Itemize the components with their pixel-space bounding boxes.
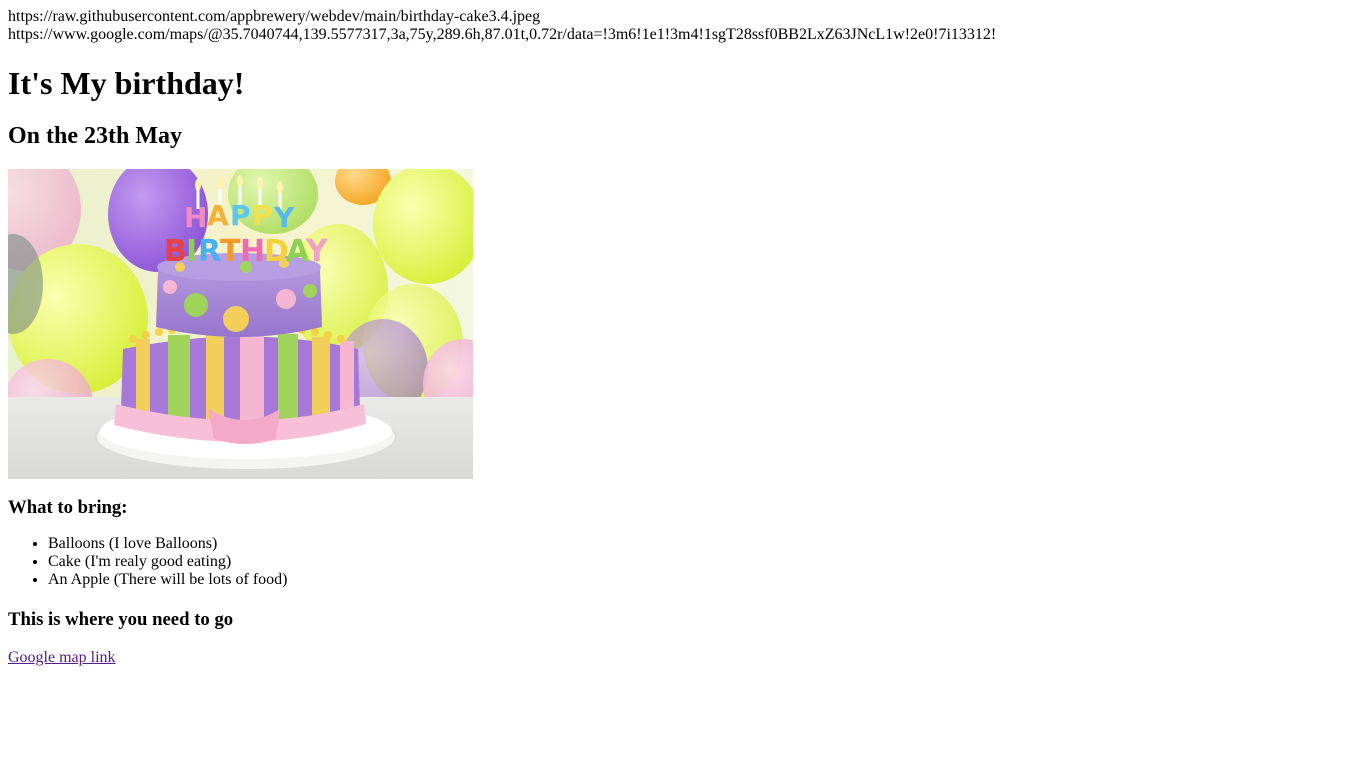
bring-list: Balloons (I love Balloons) Cake (I'm rea… <box>8 535 1358 589</box>
svg-text:A: A <box>207 199 229 232</box>
svg-text:R: R <box>198 234 221 269</box>
svg-text:T: T <box>220 234 241 269</box>
svg-text:B: B <box>164 234 187 269</box>
svg-text:Y: Y <box>305 234 329 269</box>
svg-text:H: H <box>184 201 207 234</box>
page: https://raw.githubusercontent.com/appbre… <box>0 0 1366 675</box>
list-item: An Apple (There will be lots of food) <box>48 571 1358 589</box>
map-url-text: https://www.google.com/maps/@35.7040744,… <box>8 26 997 43</box>
svg-text:P: P <box>252 199 273 232</box>
location-title: This is where you need to go <box>8 609 234 630</box>
date-subtitle: On the 23th May <box>8 123 182 149</box>
bring-title: What to bring: <box>8 497 128 518</box>
map-paragraph: Google map link <box>8 649 1358 667</box>
page-title: It's My birthday! <box>8 65 245 101</box>
image-url-text: https://raw.githubusercontent.com/appbre… <box>8 8 541 25</box>
svg-text:Y: Y <box>273 201 295 234</box>
list-item: Cake (I'm realy good eating) <box>48 553 1358 571</box>
svg-text:P: P <box>230 199 251 232</box>
svg-text:H: H <box>240 234 265 269</box>
birthday-cake-image: H A P P Y B I R T H D A Y <box>8 169 473 479</box>
list-item: Balloons (I love Balloons) <box>48 535 1358 553</box>
svg-text:I: I <box>186 234 197 269</box>
google-map-link[interactable]: Google map link <box>8 649 116 666</box>
